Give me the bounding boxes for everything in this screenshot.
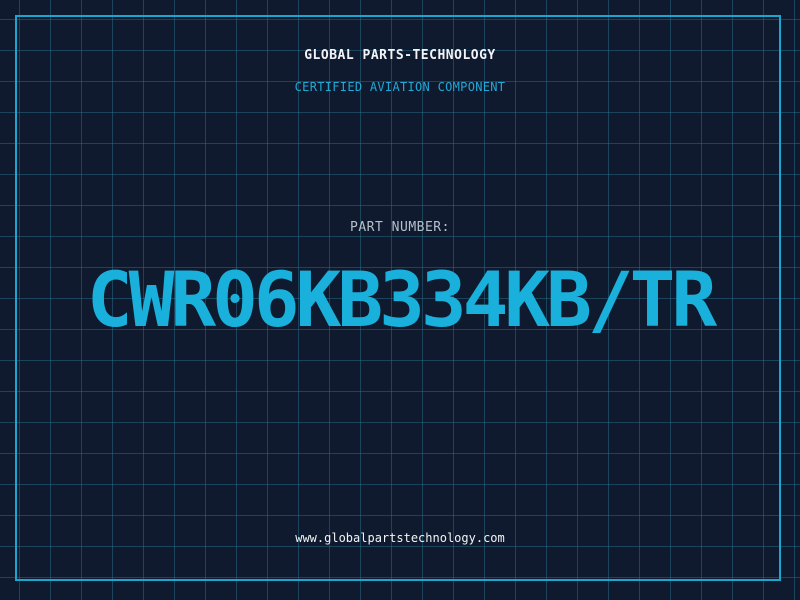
part-number-value: CWR06KB334KB/TR — [86, 255, 717, 344]
part-number-label: PART NUMBER: — [350, 220, 450, 235]
company-name: GLOBAL PARTS-TECHNOLOGY — [304, 48, 496, 63]
website-url: www.globalpartstechnology.com — [295, 531, 505, 545]
certification-tagline: CERTIFIED AVIATION COMPONENT — [294, 80, 506, 94]
